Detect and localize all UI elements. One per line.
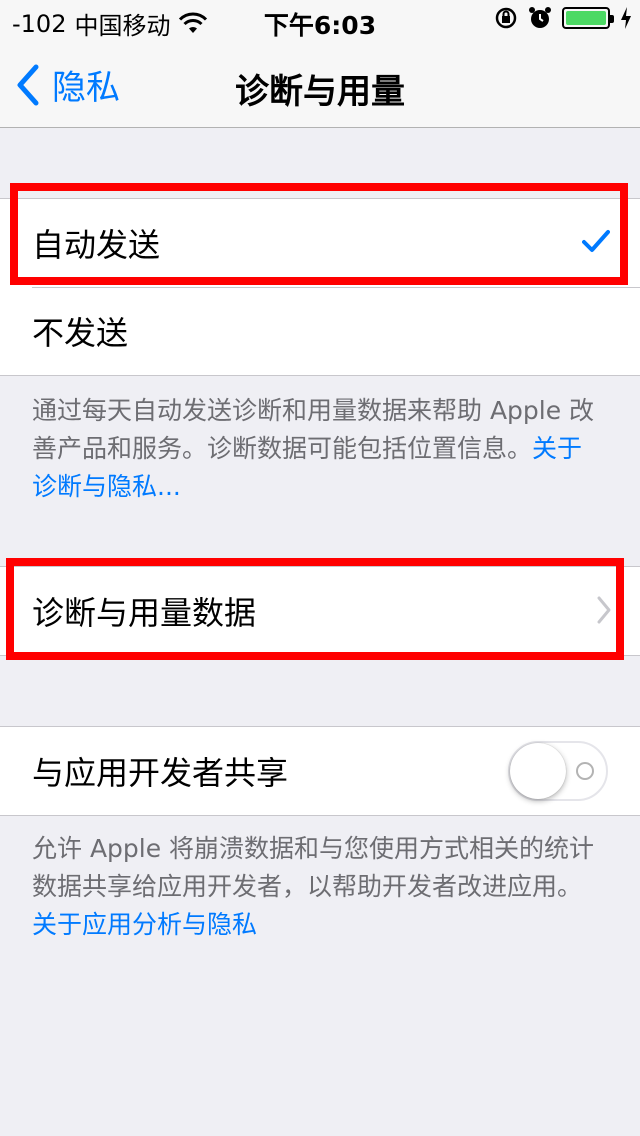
battery-fill	[566, 11, 606, 25]
page-title: 诊断与用量	[235, 72, 405, 112]
auto-send-row[interactable]: 自动发送	[0, 199, 640, 287]
status-bar: -102 中国移动 下午6:03	[0, 0, 640, 40]
battery-cap	[610, 15, 614, 23]
usage-data-row[interactable]: 诊断与用量数据	[0, 567, 640, 655]
usage-data-group: 诊断与用量数据	[0, 566, 640, 656]
share-footer-line2: 数据共享给应用开发者，以帮助开发者改进应用。	[32, 872, 583, 901]
alarm-icon	[529, 7, 551, 28]
checkmark-icon	[582, 230, 610, 252]
share-footer-line1: 允许 Apple 将崩溃数据和与您使用方式相关的统计	[32, 834, 595, 863]
diagnostics-privacy-link[interactable]: 诊断与隐私...	[32, 472, 181, 501]
battery-indicator	[562, 7, 614, 29]
share-with-developers-row: 与应用开发者共享	[0, 727, 640, 815]
app-analytics-privacy-link[interactable]: 关于应用分析与隐私	[32, 910, 257, 939]
navigation-bar: 隐私 诊断与用量	[0, 40, 640, 128]
dont-send-label: 不发送	[32, 314, 129, 352]
send-footer-text: 通过每天自动发送诊断和用量数据来帮助 Apple 改善产品和服务。诊断数据可能包…	[32, 396, 595, 463]
share-group: 与应用开发者共享	[0, 726, 640, 816]
share-footer: 允许 Apple 将崩溃数据和与您使用方式相关的统计 数据共享给应用开发者，以帮…	[32, 830, 612, 944]
send-options-footer: 通过每天自动发送诊断和用量数据来帮助 Apple 改善产品和服务。诊断数据可能包…	[32, 392, 612, 506]
about-link[interactable]: 关于	[532, 434, 582, 463]
send-options-group: 自动发送 不发送	[0, 198, 640, 376]
dont-send-row[interactable]: 不发送	[0, 287, 640, 375]
rotation-lock-icon	[495, 7, 517, 29]
toggle-off-indicator	[576, 762, 594, 780]
share-with-developers-label: 与应用开发者共享	[32, 754, 289, 792]
auto-send-label: 自动发送	[32, 226, 161, 264]
charging-bolt-icon	[621, 7, 631, 29]
usage-data-label: 诊断与用量数据	[32, 594, 257, 632]
toggle-knob	[510, 743, 566, 799]
status-right	[484, 6, 632, 30]
chevron-right-icon	[597, 596, 611, 624]
share-toggle[interactable]	[508, 741, 608, 801]
